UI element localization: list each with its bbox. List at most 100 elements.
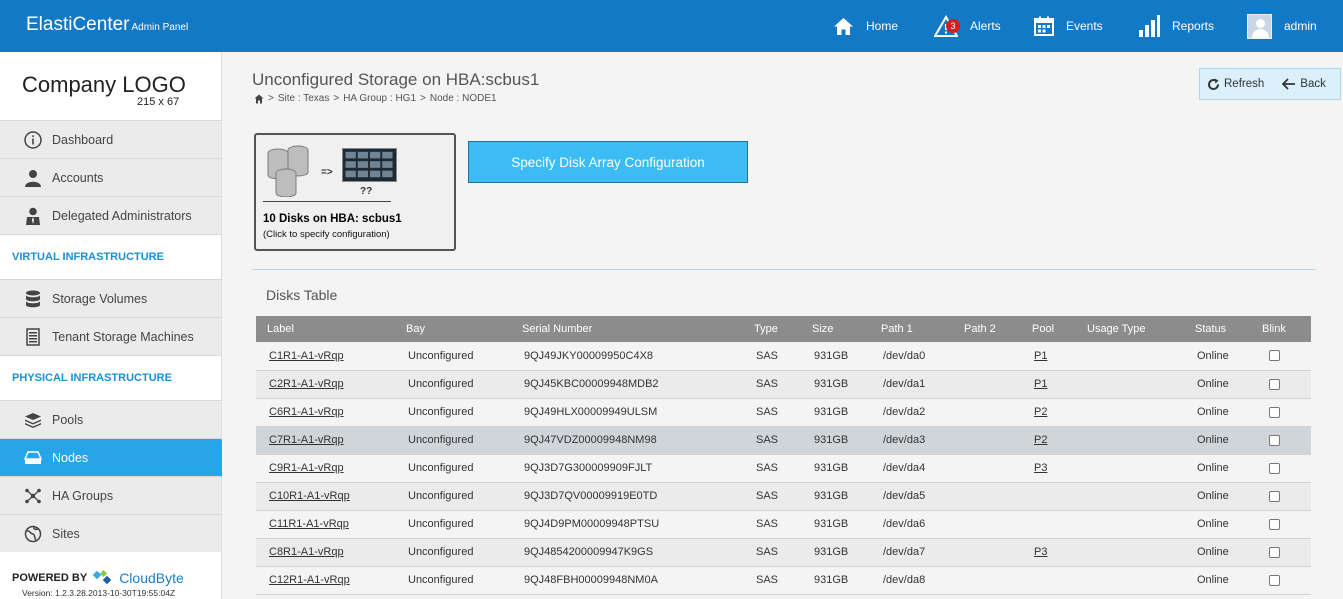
cell-path1: /dev/da4 [870, 454, 953, 483]
sidebar-item-dashboard[interactable]: Dashboard [0, 120, 221, 158]
cell-bay: Unconfigured [395, 426, 511, 455]
disk-stack-icon [267, 145, 309, 197]
blink-checkbox[interactable] [1269, 490, 1280, 502]
cell-status: Online [1184, 538, 1251, 567]
pool-link[interactable]: P1 [1034, 350, 1047, 362]
hba-disks-card[interactable]: => ?? 10 Disks on HBA: scbus1 (Click to … [254, 133, 456, 251]
nav-user-menu[interactable]: admin [1247, 0, 1317, 52]
nav-home-label: Home [866, 19, 899, 33]
page-toolbar: Refresh Back [1199, 68, 1341, 100]
cell-size: 931GB [801, 566, 870, 595]
col-size[interactable]: Size [801, 316, 870, 342]
disk-label-link[interactable]: C8R1-A1-vRqp [269, 546, 344, 558]
disk-label-link[interactable]: C7R1-A1-vRqp [269, 434, 344, 446]
disk-label-link[interactable]: C1R1-A1-vRqp [269, 350, 344, 362]
disk-array-icon [342, 148, 397, 182]
sidebar-item-nodes[interactable]: Nodes [0, 438, 241, 477]
table-row: C6R1-A1-vRqp Unconfigured 9QJ49HLX00009949… [256, 398, 1311, 427]
back-button[interactable]: Back [1282, 78, 1326, 90]
cell-pool: P1 [1021, 370, 1076, 399]
cell-path1: /dev/da1 [870, 370, 953, 399]
cell-status: Online [1184, 370, 1251, 399]
nav-alerts[interactable]: 3 Alerts [934, 0, 1001, 52]
blink-checkbox[interactable] [1269, 378, 1280, 390]
cell-path2 [953, 454, 1021, 483]
cell-blink [1251, 566, 1311, 595]
back-arrow-icon [1282, 78, 1296, 90]
sidebar-item-storage-volumes[interactable]: Storage Volumes [0, 279, 221, 317]
home-icon[interactable] [254, 94, 264, 104]
cell-path1: /dev/da5 [870, 482, 953, 511]
sidebar-item-label: HA Groups [52, 488, 114, 503]
disk-label-link[interactable]: C9R1-A1-vRqp [269, 462, 344, 474]
cloudbyte-logo-icon [93, 570, 112, 585]
sidebar-item-tenant-storage-machines[interactable]: Tenant Storage Machines [0, 317, 221, 355]
col-type[interactable]: Type [743, 316, 801, 342]
cell-serial: 9QJ4854200009947K9GS [511, 538, 743, 567]
cell-serial: 9QJ49HLX00009949ULSM [511, 398, 743, 427]
disk-label-link[interactable]: C6R1-A1-vRqp [269, 406, 344, 418]
alerts-count-badge: 3 [946, 19, 960, 33]
sidebar-item-sites[interactable]: Sites [0, 514, 221, 552]
nav-home[interactable]: Home [833, 0, 898, 52]
cell-size: 931GB [801, 342, 870, 371]
sidebar-item-pools[interactable]: Pools [0, 400, 221, 438]
col-serial[interactable]: Serial Number [511, 316, 743, 342]
cell-path1: /dev/da8 [870, 566, 953, 595]
top-header: ElastiCenter Admin Panel Home 3 Alerts Ev… [0, 0, 1343, 52]
cell-serial: 9QJ49JKY00009950C4X8 [511, 342, 743, 371]
pool-link[interactable]: P2 [1034, 406, 1047, 418]
logo-title: Company LOGO [22, 72, 186, 97]
breadcrumb-ha-group[interactable]: HA Group : HG1 [343, 93, 416, 104]
cell-type: SAS [743, 426, 801, 455]
disk-label-link[interactable]: C2R1-A1-vRqp [269, 378, 344, 390]
blink-checkbox[interactable] [1269, 518, 1280, 530]
cell-status: Online [1184, 454, 1251, 483]
cell-path1: /dev/da7 [870, 538, 953, 567]
blink-checkbox[interactable] [1269, 546, 1280, 558]
disks-table: Label Bay Serial Number Type Size Path 1… [256, 316, 1311, 595]
cell-serial: 9QJ3D7G300009909FJLT [511, 454, 743, 483]
sidebar-item-label: Storage Volumes [52, 291, 148, 306]
col-path2[interactable]: Path 2 [953, 316, 1021, 342]
sidebar-item-accounts[interactable]: Accounts [0, 158, 221, 196]
breadcrumb-node[interactable]: Node : NODE1 [430, 93, 497, 104]
col-blink[interactable]: Blink [1251, 316, 1311, 342]
sidebar-item-label: Tenant Storage Machines [52, 329, 194, 344]
blink-checkbox[interactable] [1269, 350, 1280, 362]
col-usage-type[interactable]: Usage Type [1076, 316, 1184, 342]
col-label[interactable]: Label [256, 316, 395, 342]
specify-disk-array-button[interactable]: Specify Disk Array Configuration [468, 141, 748, 183]
cell-usage [1076, 370, 1184, 399]
nav-reports[interactable]: Reports [1138, 0, 1214, 52]
blink-checkbox[interactable] [1269, 462, 1280, 474]
blink-checkbox[interactable] [1269, 434, 1280, 446]
col-bay[interactable]: Bay [395, 316, 511, 342]
disk-label-link[interactable]: C12R1-A1-vRqp [269, 574, 350, 586]
card-arrow: => [321, 167, 333, 178]
pool-link[interactable]: P2 [1034, 434, 1047, 446]
pool-link[interactable]: P3 [1034, 546, 1047, 558]
pool-link[interactable]: P1 [1034, 378, 1047, 390]
disk-label-link[interactable]: C10R1-A1-vRqp [269, 490, 350, 502]
col-status[interactable]: Status [1184, 316, 1251, 342]
refresh-button[interactable]: Refresh [1207, 78, 1264, 91]
col-path1[interactable]: Path 1 [870, 316, 953, 342]
nav-events[interactable]: Events [1034, 0, 1103, 52]
col-pool[interactable]: Pool [1021, 316, 1076, 342]
sidebar-item-ha-groups[interactable]: HA Groups [0, 476, 221, 514]
blink-checkbox[interactable] [1269, 574, 1280, 586]
sidebar-item-delegated-admins[interactable]: Delegated Administrators [0, 196, 221, 234]
pool-link[interactable]: P3 [1034, 462, 1047, 474]
admin-user-icon [23, 206, 42, 225]
cell-path2 [953, 426, 1021, 455]
app-brand: ElastiCenter Admin Panel [26, 14, 188, 36]
blink-checkbox[interactable] [1269, 406, 1280, 418]
disk-label-link[interactable]: C11R1-A1-vRqp [269, 518, 349, 530]
cell-pool: P1 [1021, 342, 1076, 371]
breadcrumb-site[interactable]: Site : Texas [278, 93, 330, 104]
cell-blink [1251, 454, 1311, 483]
cell-status: Online [1184, 426, 1251, 455]
cell-type: SAS [743, 510, 801, 539]
section-physical-infrastructure: PHYSICAL INFRASTRUCTURE [0, 355, 221, 400]
